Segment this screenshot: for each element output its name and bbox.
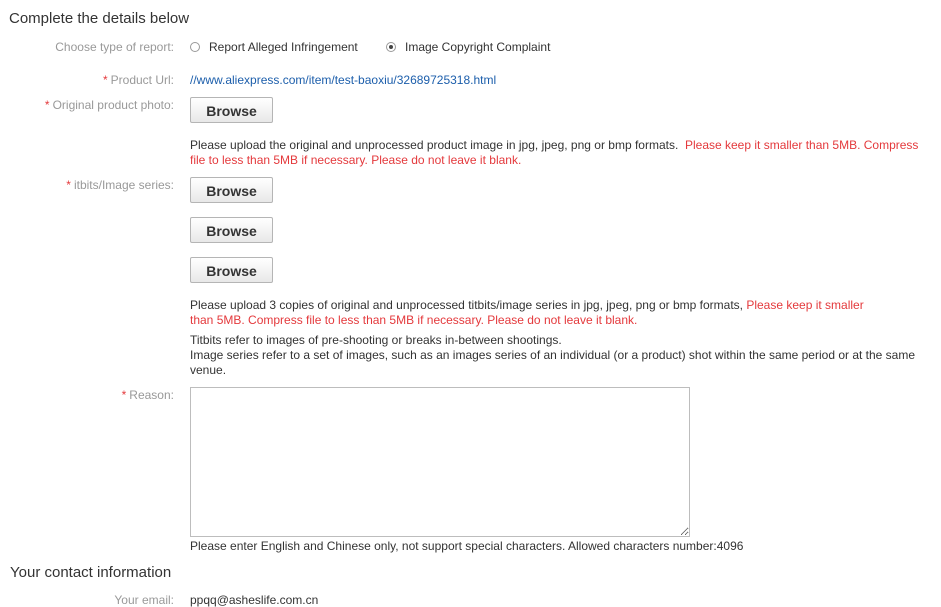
product-url-label: * Product Url: — [102, 73, 174, 87]
radio-label: Report Alleged Infringement — [209, 40, 358, 54]
titbits-browse-button-3[interactable]: Browse — [190, 257, 273, 283]
original-photo-browse-button[interactable]: Browse — [190, 97, 273, 123]
product-url-link[interactable]: //www.aliexpress.com/item/test-baoxiu/32… — [190, 73, 496, 87]
titbits-browse-button-1[interactable]: Browse — [190, 177, 273, 203]
titbits-note-1: Titbits refer to images of pre-shooting … — [190, 333, 562, 347]
titbits-browse-button-2[interactable]: Browse — [190, 217, 273, 243]
required-star: * — [66, 178, 71, 192]
radio-label: Image Copyright Complaint — [405, 40, 551, 54]
required-star: * — [121, 388, 127, 402]
radio-image-copyright-complaint[interactable]: Image Copyright Complaint — [386, 40, 550, 54]
report-type-label: Choose type of report: — [55, 40, 174, 54]
original-photo-label: * Original product photo: — [44, 98, 174, 112]
radio-selected-icon[interactable] — [386, 42, 396, 52]
titbits-label: * itbits/Image series: — [66, 178, 174, 192]
reason-textarea[interactable] — [190, 387, 690, 537]
reason-label: * Reason: — [121, 388, 174, 402]
original-photo-help: Please upload the original and unprocess… — [190, 138, 919, 167]
titbits-help: Please upload 3 copies of original and u… — [190, 298, 864, 327]
contact-section-title: Your contact information — [10, 564, 172, 581]
titbits-note-2: Image series refer to a set of images, s… — [190, 348, 916, 377]
required-star: * — [44, 98, 50, 112]
radio-report-alleged-infringement[interactable]: Report Alleged Infringement — [190, 40, 358, 54]
required-star: * — [102, 73, 108, 87]
reason-help: Please enter English and Chinese only, n… — [190, 539, 744, 553]
details-section-title: Complete the details below — [9, 10, 190, 27]
radio-unselected-icon[interactable] — [190, 42, 200, 52]
